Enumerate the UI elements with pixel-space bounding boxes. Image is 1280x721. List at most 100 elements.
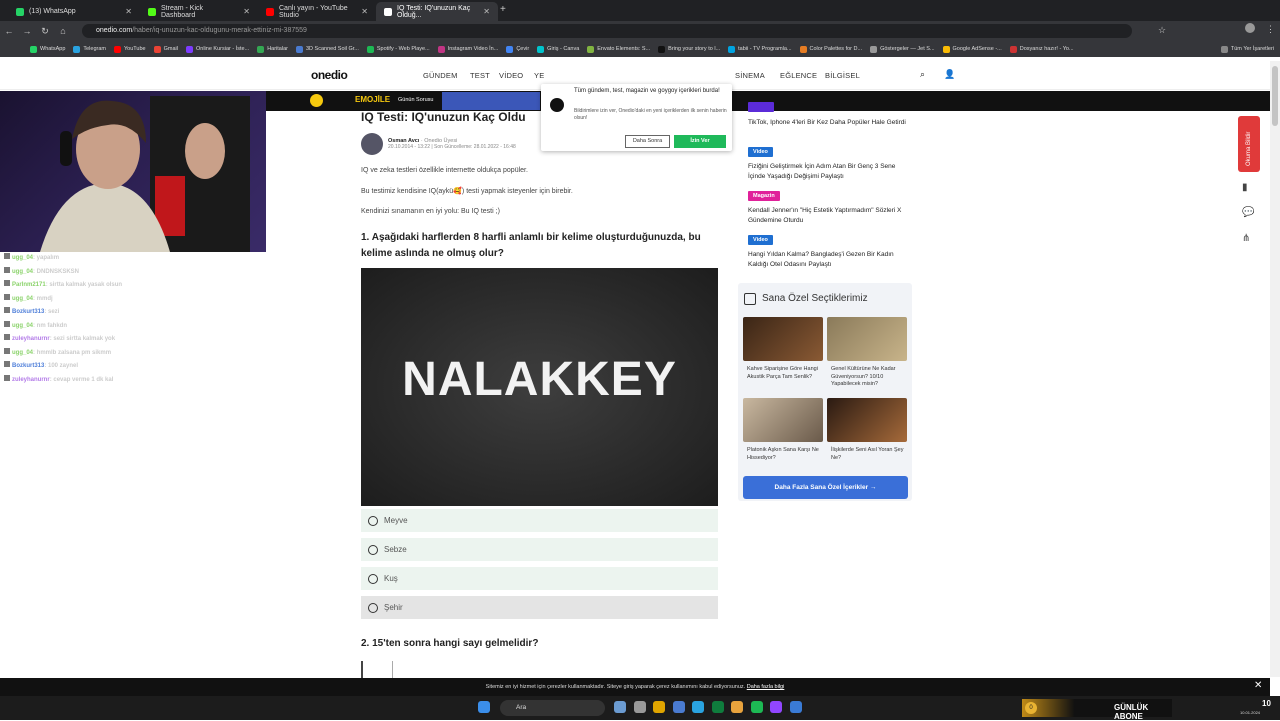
- taskbar-app-icon[interactable]: [672, 701, 685, 713]
- bookmark-icon[interactable]: ▮: [1242, 182, 1248, 193]
- home-icon[interactable]: ⌂: [54, 26, 72, 36]
- bookmark-item[interactable]: Çevir: [506, 45, 529, 53]
- scrollbar-thumb[interactable]: [1272, 66, 1278, 126]
- nav-test[interactable]: TEST: [470, 71, 490, 80]
- pick-thumbnail[interactable]: [743, 398, 823, 442]
- sidebar-article-link[interactable]: Hangi Yıldan Kalma? Bangladeş'i Gezen Bi…: [748, 250, 913, 270]
- bookmark-item[interactable]: Bring your story to l...: [658, 45, 720, 53]
- pick-thumbnail[interactable]: [827, 317, 907, 361]
- answer-option[interactable]: Sebze: [361, 538, 718, 561]
- radio-icon[interactable]: [368, 573, 378, 584]
- bookmark-item[interactable]: Gmail: [153, 45, 178, 53]
- bookmark-item[interactable]: Haritalar: [257, 45, 288, 53]
- back-icon[interactable]: ←: [0, 26, 18, 36]
- nav-eğlence[interactable]: EĞLENCE: [780, 71, 817, 80]
- notification-count[interactable]: 10: [1262, 699, 1271, 708]
- chat-message: Bozkurt313: 100 zaynel: [0, 360, 266, 374]
- sidebar-article-link[interactable]: TikTok, Iphone 4'leri Bir Kez Daha Popül…: [748, 118, 913, 128]
- close-tab-icon[interactable]: ✕: [483, 7, 490, 16]
- bookmark-item[interactable]: YouTube: [114, 45, 146, 53]
- start-icon[interactable]: [478, 701, 490, 713]
- bookmark-item[interactable]: Envato Elements: S...: [587, 45, 650, 53]
- bookmark-item[interactable]: tabii - TV Programla...: [728, 45, 792, 53]
- pick-title[interactable]: Platonik Aşkın Sana Karşı Ne Hissediyor?: [747, 447, 821, 462]
- bookmark-item[interactable]: Color Palettes for D...: [799, 45, 863, 53]
- daily-question-banner[interactable]: [442, 92, 540, 110]
- profile-avatar[interactable]: [1245, 23, 1255, 33]
- radio-icon[interactable]: [368, 544, 378, 555]
- tab-2[interactable]: Stream - Kick Dashboard ✕: [140, 2, 258, 21]
- pick-title[interactable]: Kahve Siparişine Göre Hangi Akustik Parç…: [747, 366, 821, 381]
- page-scrollbar[interactable]: [1270, 61, 1280, 677]
- author-avatar[interactable]: [361, 133, 383, 155]
- taskbar-app-icon[interactable]: [750, 701, 763, 713]
- sidebar-article-link[interactable]: Fiziğini Geliştirmek İçin Adım Atan Bir …: [748, 162, 913, 182]
- taskbar-app-icon[interactable]: [770, 701, 782, 713]
- category-badge[interactable]: Video: [748, 235, 773, 245]
- url-field[interactable]: onedio.com/haber/iq-unuzun-kac-oldugunu-…: [82, 24, 1132, 38]
- tab-1[interactable]: (13) WhatsApp ✕: [8, 2, 140, 21]
- taskbar-search[interactable]: Ara: [500, 700, 605, 716]
- search-icon[interactable]: ⌕: [920, 69, 925, 80]
- taskbar-app-icon[interactable]: [633, 701, 646, 713]
- answer-option[interactable]: Kuş: [361, 567, 718, 590]
- nav-bi̇lgi̇sel[interactable]: BİLGİSEL: [825, 71, 860, 80]
- radio-icon[interactable]: [368, 602, 378, 613]
- close-tab-icon[interactable]: ✕: [243, 7, 250, 16]
- forward-icon[interactable]: →: [18, 26, 36, 36]
- nav-vi̇deo[interactable]: VİDEO: [499, 71, 523, 80]
- allow-button[interactable]: İzin Ver: [674, 135, 726, 148]
- star-icon[interactable]: ☆: [1158, 25, 1166, 36]
- bookmark-item[interactable]: Dosyanız hazır! - Yo...: [1009, 45, 1074, 53]
- bookmark-item[interactable]: Online Kursiar - İste...: [186, 45, 249, 53]
- bookmark-item[interactable]: Google AdSense -...: [942, 45, 1002, 53]
- nav-si̇nema[interactable]: SİNEMA: [735, 71, 765, 80]
- pick-title[interactable]: İlişkilerde Seni Asıl Yoran Şey Ne?: [831, 447, 905, 462]
- more-picks-button[interactable]: Daha Fazla Sana Özel İçerikler →: [743, 476, 908, 499]
- bookmark-item[interactable]: Tüm Yer İşaretleri: [1220, 45, 1280, 53]
- taskbar-app-icon[interactable]: [614, 701, 626, 713]
- bookmark-label: Color Palettes for D...: [809, 46, 863, 52]
- category-badge[interactable]: Magazin: [748, 191, 780, 201]
- radio-icon[interactable]: [368, 515, 378, 526]
- bookmark-item[interactable]: Telegram: [73, 45, 106, 53]
- cookie-more-link[interactable]: Daha fazla bilgi: [747, 684, 785, 690]
- reading-notify-button[interactable]: Okuma Bildir: [1238, 116, 1260, 172]
- tab-4[interactable]: IQ Testi: IQ'unuzun Kaç Olduğ... ✕: [376, 2, 498, 21]
- taskbar-app-icon[interactable]: [731, 701, 743, 713]
- bookmark-item[interactable]: WhatsApp: [30, 45, 65, 53]
- category-badge[interactable]: [748, 102, 774, 112]
- pick-thumbnail[interactable]: [827, 398, 907, 442]
- comment-icon[interactable]: 💬: [1242, 207, 1254, 218]
- close-tab-icon[interactable]: ✕: [125, 7, 132, 16]
- site-logo[interactable]: onedio: [311, 68, 348, 82]
- answer-option[interactable]: Meyve: [361, 509, 718, 532]
- pick-thumbnail[interactable]: [743, 317, 823, 361]
- category-badge[interactable]: Video: [748, 147, 773, 157]
- taskbar-app-icon[interactable]: [711, 701, 724, 713]
- bookmark-item[interactable]: Instagram Video İn...: [437, 45, 499, 53]
- pick-title[interactable]: Genel Kültürüne Ne Kadar Güveniyorsun? 1…: [831, 366, 905, 389]
- menu-icon[interactable]: ⋮: [1266, 24, 1275, 35]
- new-tab-icon[interactable]: +: [500, 4, 506, 15]
- sidebar-article-link[interactable]: Kendall Jenner'ın "Hiç Estetik Yaptırmad…: [748, 206, 913, 226]
- close-icon[interactable]: ✕: [1254, 680, 1262, 691]
- tab-3[interactable]: Canlı yayın - YouTube Studio ✕: [258, 2, 376, 21]
- user-icon[interactable]: 👤: [944, 69, 955, 80]
- taskbar-app-icon[interactable]: [653, 701, 665, 713]
- bookmark-label: Instagram Video İn...: [447, 46, 499, 52]
- bookmark-item[interactable]: 3D Scanned Soil Gr...: [295, 45, 359, 53]
- close-tab-icon[interactable]: ✕: [361, 7, 368, 16]
- chat-username: zuleyhanurnr: [12, 376, 50, 383]
- bookmark-item[interactable]: Giriş - Canva: [537, 45, 579, 53]
- later-button[interactable]: Daha Sonra: [625, 135, 670, 148]
- nav-gündem[interactable]: GÜNDEM: [423, 71, 458, 80]
- answer-option[interactable]: Şehir: [361, 596, 718, 619]
- reload-icon[interactable]: ↻: [36, 26, 54, 37]
- bookmark-item[interactable]: Göstergeler — Jet S...: [870, 45, 935, 53]
- taskbar-app-icon[interactable]: [789, 701, 802, 713]
- taskbar-app-icon[interactable]: [692, 701, 704, 713]
- nav-ye[interactable]: YE: [534, 71, 544, 80]
- share-icon[interactable]: ⋔: [1242, 233, 1250, 244]
- bookmark-item[interactable]: Spotify - Web Playe...: [366, 45, 430, 53]
